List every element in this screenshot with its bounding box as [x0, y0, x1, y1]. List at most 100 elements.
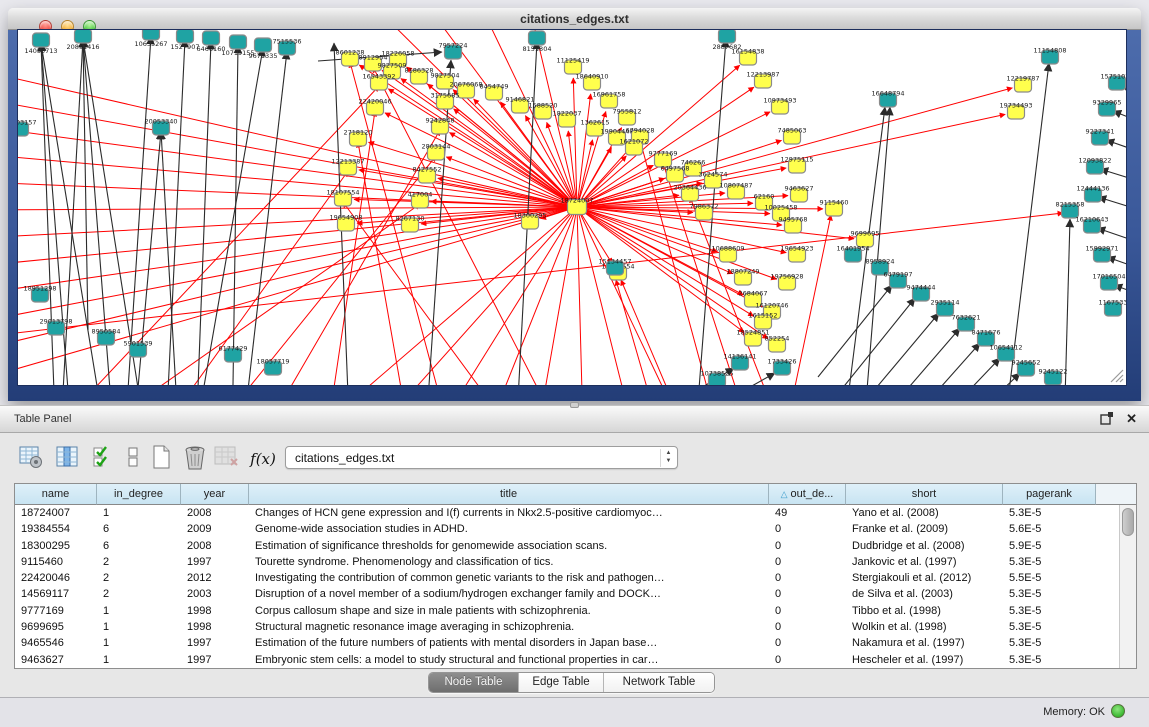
- cell-pagerank[interactable]: 5.3E-5: [1003, 652, 1096, 668]
- cell-name[interactable]: 9465546: [15, 635, 97, 651]
- cell-short[interactable]: Wolkin et al. (1998): [846, 619, 1003, 635]
- cell-name[interactable]: 18300295: [15, 538, 97, 554]
- cell-pagerank[interactable]: 5.3E-5: [1003, 505, 1096, 521]
- table-settings-button[interactable]: [18, 445, 44, 472]
- edge[interactable]: [866, 313, 939, 385]
- edge[interactable]: [18, 207, 577, 322]
- cell-year[interactable]: 2003: [181, 586, 249, 602]
- network-node-yellow[interactable]: 18807249: [726, 268, 759, 286]
- network-node-yellow[interactable]: 9115460: [820, 199, 849, 217]
- cell-year[interactable]: 2008: [181, 505, 249, 521]
- table-row[interactable]: 1872400712008Changes of HCN gene express…: [15, 505, 1120, 521]
- cell-in_degree[interactable]: 2: [97, 554, 181, 570]
- edge[interactable]: [916, 343, 980, 385]
- network-node-yellow[interactable]: 12213987: [746, 71, 779, 89]
- edge[interactable]: [378, 207, 577, 385]
- edge[interactable]: [841, 298, 915, 385]
- cell-name[interactable]: 18724007: [15, 505, 97, 521]
- cell-out_de[interactable]: 0: [769, 570, 846, 586]
- cell-in_degree[interactable]: 6: [97, 521, 181, 537]
- network-node-teal[interactable]: 2887682: [713, 30, 742, 51]
- network-node-teal[interactable]: 9329965: [1093, 99, 1122, 117]
- edge[interactable]: [18, 207, 577, 238]
- column-header-name[interactable]: name: [15, 484, 97, 505]
- cell-short[interactable]: Stergiakouli et al. (2012): [846, 570, 1003, 586]
- network-node-yellow[interactable]: 8186328: [405, 67, 434, 85]
- edge[interactable]: [966, 373, 1020, 385]
- network-node-yellow[interactable]: 9242848: [426, 117, 455, 135]
- cell-in_degree[interactable]: 2: [97, 570, 181, 586]
- network-node-yellow[interactable]: 18640910: [575, 73, 608, 91]
- network-node-yellow[interactable]: 12213387: [331, 158, 364, 176]
- edge[interactable]: [577, 207, 782, 225]
- cell-year[interactable]: 1997: [181, 635, 249, 651]
- edge[interactable]: [83, 39, 88, 330]
- edge[interactable]: [198, 41, 211, 385]
- network-node-yellow[interactable]: 7955812: [613, 108, 642, 126]
- network-node-yellow[interactable]: 11125419: [556, 57, 589, 75]
- edge[interactable]: [577, 207, 612, 264]
- network-node-yellow[interactable]: 16543392: [362, 73, 395, 91]
- cell-title[interactable]: Changes of HCN gene expression and I(f) …: [249, 505, 769, 521]
- cell-out_de[interactable]: 0: [769, 635, 846, 651]
- cell-pagerank[interactable]: 5.5E-5: [1003, 570, 1096, 586]
- network-node-yellow[interactable]: 852254: [765, 335, 790, 353]
- column-header-title[interactable]: title: [249, 484, 769, 505]
- edge[interactable]: [18, 207, 577, 210]
- network-node-yellow[interactable]: 10973493: [763, 97, 796, 115]
- cell-title[interactable]: Embryonic stem cells: a model to study s…: [249, 652, 769, 668]
- table-row[interactable]: 1456911722003Disruption of a novel membe…: [15, 586, 1120, 602]
- network-node-teal[interactable]: 8151304: [523, 31, 552, 53]
- edge[interactable]: [538, 207, 577, 385]
- cell-name[interactable]: 9699695: [15, 619, 97, 635]
- network-node-yellow[interactable]: 417004: [408, 191, 433, 209]
- table-row[interactable]: 1938455462009Genome-wide association stu…: [15, 521, 1120, 537]
- network-node-teal[interactable]: 20053340: [144, 118, 177, 136]
- network-node-teal[interactable]: 8950584: [92, 328, 121, 346]
- cell-title[interactable]: Corpus callosum shape and size in male p…: [249, 603, 769, 619]
- network-graph[interactable]: 8601238891295418226058982750916543392818…: [18, 30, 1126, 385]
- function-builder-button[interactable]: f(x): [250, 445, 276, 472]
- cell-short[interactable]: Dudbridge et al. (2008): [846, 538, 1003, 554]
- table-source-dropdown[interactable]: citations_edges.txt ▲▼: [285, 446, 678, 469]
- cell-in_degree[interactable]: 1: [97, 603, 181, 619]
- network-node-teal[interactable]: 16648794: [871, 90, 904, 108]
- tab-network-table[interactable]: Network Table: [604, 673, 714, 692]
- cell-title[interactable]: Estimation of significance thresholds fo…: [249, 538, 769, 554]
- network-node-yellow[interactable]: 19756928: [770, 273, 803, 291]
- edge[interactable]: [18, 182, 577, 207]
- cell-name[interactable]: 9463627: [15, 652, 97, 668]
- cell-out_de[interactable]: 49: [769, 505, 846, 521]
- network-node-teal[interactable]: 7957224: [439, 42, 468, 60]
- cell-title[interactable]: Disruption of a novel member of a sodium…: [249, 586, 769, 602]
- float-panel-icon[interactable]: [1100, 412, 1113, 425]
- cell-short[interactable]: de Silva et al. (2003): [846, 586, 1003, 602]
- memory-ok-indicator[interactable]: [1111, 704, 1125, 718]
- cell-short[interactable]: Nakamura et al. (1997): [846, 635, 1003, 651]
- column-header-in_degree[interactable]: in_degree: [97, 484, 181, 505]
- edge[interactable]: [1065, 219, 1070, 385]
- network-node-teal[interactable]: 29013798: [39, 318, 72, 336]
- cell-out_de[interactable]: 0: [769, 554, 846, 570]
- network-node-yellow[interactable]: 10688609: [711, 245, 744, 263]
- edge[interactable]: [63, 39, 83, 385]
- edge[interactable]: [818, 285, 892, 377]
- network-canvas[interactable]: 8601238891295418226058982750916543392818…: [18, 30, 1126, 385]
- cell-in_degree[interactable]: 1: [97, 619, 181, 635]
- cell-in_degree[interactable]: 1: [97, 635, 181, 651]
- cell-out_de[interactable]: 0: [769, 619, 846, 635]
- cell-year[interactable]: 2008: [181, 538, 249, 554]
- network-node-teal[interactable]: 10655267: [134, 30, 167, 48]
- network-node-yellow[interactable]: 1621072: [620, 138, 649, 156]
- edge[interactable]: [1097, 228, 1126, 242]
- panel-resize-grip[interactable]: [570, 402, 579, 408]
- cell-year[interactable]: 2012: [181, 570, 249, 586]
- cell-pagerank[interactable]: 5.3E-5: [1003, 586, 1096, 602]
- cell-out_de[interactable]: 0: [769, 521, 846, 537]
- network-node-teal[interactable]: 20891416: [66, 30, 99, 51]
- cell-year[interactable]: 1998: [181, 619, 249, 635]
- cell-year[interactable]: 1997: [181, 652, 249, 668]
- network-node-yellow[interactable]: 16961758: [592, 91, 625, 109]
- cell-out_de[interactable]: 0: [769, 538, 846, 554]
- network-node-teal[interactable]: 9245122: [1039, 368, 1068, 386]
